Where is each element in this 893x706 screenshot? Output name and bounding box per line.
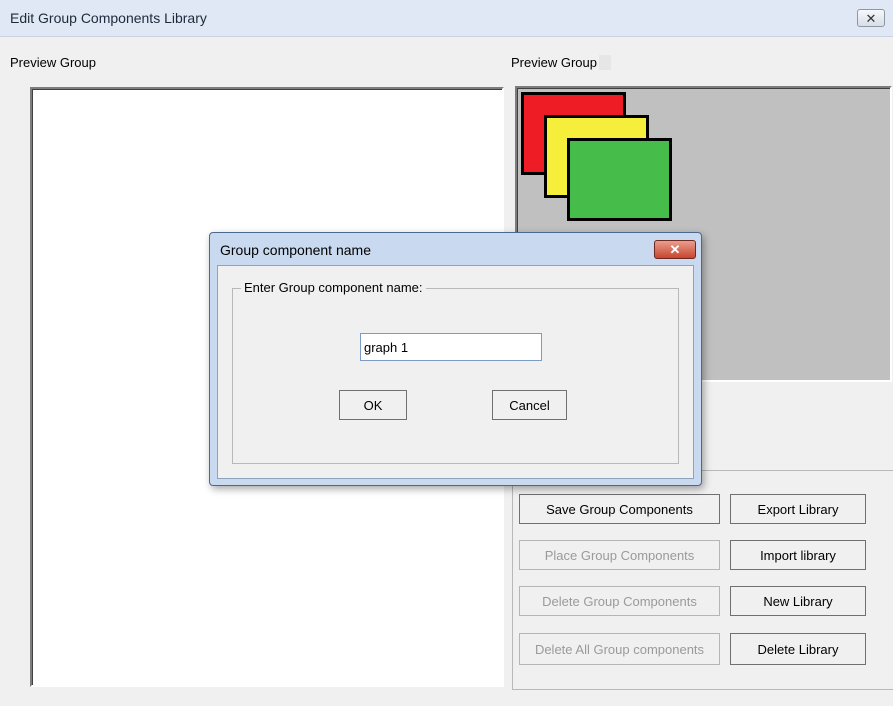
delete-library-button[interactable]: Delete Library: [730, 633, 866, 665]
group-name-input[interactable]: [360, 333, 542, 361]
window-title: Edit Group Components Library: [10, 10, 207, 26]
dialog-title: Group component name: [220, 242, 371, 258]
import-library-button[interactable]: Import library: [730, 540, 866, 570]
save-group-components-button[interactable]: Save Group Components: [519, 494, 720, 524]
dialog-body: Enter Group component name: OK Cancel: [217, 265, 694, 479]
fieldset-legend: Enter Group component name:: [241, 280, 426, 295]
dialog-close-icon[interactable]: ✕: [654, 240, 696, 259]
delete-group-components-button[interactable]: Delete Group Components: [519, 586, 720, 616]
export-library-button[interactable]: Export Library: [730, 494, 866, 524]
right-preview-label: Preview Group: [511, 55, 611, 70]
window-titlebar[interactable]: Edit Group Components Library ✕: [0, 0, 893, 37]
left-preview-label: Preview Group: [10, 55, 96, 70]
window-close-icon[interactable]: ✕: [857, 9, 885, 27]
ok-button[interactable]: OK: [339, 390, 407, 420]
cancel-button[interactable]: Cancel: [492, 390, 567, 420]
delete-all-group-components-button[interactable]: Delete All Group components: [519, 633, 720, 665]
group-name-dialog: Group component name ✕ Enter Group compo…: [209, 232, 702, 486]
place-group-components-button[interactable]: Place Group Components: [519, 540, 720, 570]
name-fieldset: Enter Group component name: OK Cancel: [232, 280, 679, 464]
green-square: [567, 138, 672, 221]
new-library-button[interactable]: New Library: [730, 586, 866, 616]
